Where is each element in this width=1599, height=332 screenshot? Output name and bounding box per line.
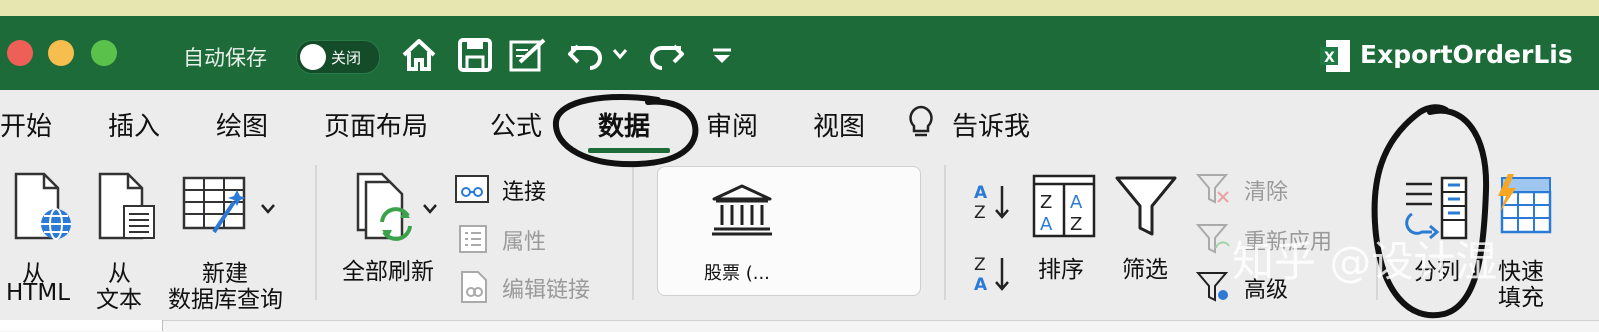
flash-fill-button[interactable]: 快速 填充 bbox=[1492, 172, 1572, 311]
tab-data[interactable]: 数据 bbox=[598, 106, 650, 143]
customize-toolbar-icon[interactable] bbox=[710, 46, 734, 70]
chevron-down-icon[interactable] bbox=[260, 200, 276, 219]
svg-text:Z: Z bbox=[1070, 214, 1082, 235]
group-separator bbox=[632, 165, 634, 300]
lightbulb-icon bbox=[906, 104, 936, 147]
clear-filter-button: 清除 bbox=[1196, 172, 1306, 206]
svg-text:Z: Z bbox=[974, 255, 986, 275]
refresh-icon bbox=[356, 172, 412, 241]
sort-descending-icon: Z A bbox=[974, 255, 1009, 295]
reapply-filter-icon bbox=[1196, 224, 1230, 254]
zoom-window-button[interactable] bbox=[91, 40, 117, 66]
properties-icon bbox=[459, 225, 487, 253]
flash-fill-icon bbox=[1498, 174, 1552, 234]
redo-icon[interactable] bbox=[646, 36, 686, 78]
from-text-button[interactable]: 从 文本 bbox=[88, 170, 158, 313]
funnel-filter-icon bbox=[1115, 176, 1177, 236]
group-separator bbox=[944, 165, 946, 300]
html-document-icon bbox=[14, 172, 71, 240]
new-database-query-button[interactable]: 新建 数据库查询 bbox=[168, 170, 292, 313]
stocks-label: 股票 (... bbox=[704, 263, 770, 284]
sort-z-to-a-button[interactable]: Z A bbox=[970, 252, 1016, 296]
toggle-knob bbox=[300, 44, 326, 70]
from-html-line2: HTML bbox=[6, 280, 71, 306]
chevron-down-icon[interactable] bbox=[422, 200, 438, 219]
advanced-filter-icon bbox=[1196, 272, 1229, 302]
tab-page-layout[interactable]: 页面布局 bbox=[324, 106, 428, 143]
clear-label: 清除 bbox=[1244, 180, 1289, 205]
sort-button[interactable]: Z A A Z 排序 bbox=[1030, 172, 1096, 284]
from-html-button[interactable]: 从 HTML bbox=[0, 170, 78, 310]
sort-dialog-icon: Z A A Z bbox=[1032, 174, 1096, 238]
autosave-toggle[interactable]: 关闭 bbox=[296, 40, 380, 74]
edit-links-label: 编辑链接 bbox=[502, 278, 591, 303]
from-text-line2: 文本 bbox=[96, 287, 142, 313]
refresh-all-label: 全部刷新 bbox=[342, 259, 434, 285]
close-window-button[interactable] bbox=[7, 40, 33, 66]
tab-home[interactable]: 开始 bbox=[0, 106, 52, 143]
edit-document-icon[interactable] bbox=[508, 36, 550, 78]
svg-text:A: A bbox=[974, 183, 988, 203]
macos-menu-bar bbox=[0, 0, 1599, 16]
active-tab-indicator bbox=[588, 148, 670, 153]
properties-button: 属性 bbox=[458, 222, 568, 256]
svg-text:A: A bbox=[1070, 192, 1083, 213]
svg-text:A: A bbox=[1040, 214, 1053, 235]
svg-text:A: A bbox=[974, 275, 988, 295]
connections-button[interactable]: 连接 bbox=[454, 172, 564, 206]
filter-label: 筛选 bbox=[1122, 257, 1168, 283]
properties-label: 属性 bbox=[502, 230, 547, 255]
tab-tell-me[interactable]: 告诉我 bbox=[952, 106, 1030, 143]
new-db-query-line2: 数据库查询 bbox=[168, 287, 283, 313]
filter-button[interactable]: 筛选 bbox=[1112, 172, 1182, 284]
name-box[interactable] bbox=[0, 320, 163, 331]
tab-view[interactable]: 视图 bbox=[813, 106, 865, 143]
undo-icon[interactable] bbox=[566, 36, 606, 78]
autosave-state: 关闭 bbox=[331, 49, 362, 67]
tab-insert[interactable]: 插入 bbox=[108, 106, 160, 143]
tab-review[interactable]: 审阅 bbox=[706, 106, 758, 143]
flash-fill-line2: 填充 bbox=[1498, 285, 1544, 311]
autosave-label: 自动保存 bbox=[183, 46, 267, 70]
home-icon[interactable] bbox=[400, 36, 438, 78]
database-query-icon bbox=[182, 176, 246, 234]
sort-a-to-z-button[interactable]: A Z bbox=[970, 180, 1016, 224]
clear-filter-icon bbox=[1196, 174, 1229, 204]
watermark-text: 知乎 @设计湿 bbox=[1232, 237, 1498, 286]
sort-ascending-icon: A Z bbox=[974, 183, 1009, 223]
group-separator bbox=[315, 165, 317, 300]
svg-text:Z: Z bbox=[1040, 192, 1052, 213]
worksheet-area bbox=[0, 320, 1599, 332]
tab-draw[interactable]: 绘图 bbox=[216, 106, 268, 143]
excel-document-icon: X bbox=[1318, 38, 1352, 78]
save-icon[interactable] bbox=[457, 36, 493, 78]
undo-dropdown-chevron-icon[interactable] bbox=[612, 46, 628, 65]
edit-links-button: 编辑链接 bbox=[458, 270, 618, 304]
minimize-window-button[interactable] bbox=[48, 40, 74, 66]
edit-links-icon bbox=[461, 271, 487, 303]
connections-label: 连接 bbox=[502, 180, 547, 205]
sort-label: 排序 bbox=[1038, 257, 1084, 283]
data-types-gallery[interactable]: 股票 (... bbox=[657, 166, 921, 296]
tab-formulas[interactable]: 公式 bbox=[490, 106, 542, 143]
svg-text:Z: Z bbox=[974, 203, 986, 223]
connections-icon bbox=[455, 175, 489, 203]
document-title: ExportOrderLis bbox=[1360, 40, 1573, 69]
svg-text:X: X bbox=[1324, 50, 1335, 66]
text-document-icon bbox=[98, 172, 155, 240]
refresh-all-button[interactable]: 全部刷新 bbox=[340, 172, 440, 285]
stocks-bank-icon bbox=[712, 184, 772, 236]
